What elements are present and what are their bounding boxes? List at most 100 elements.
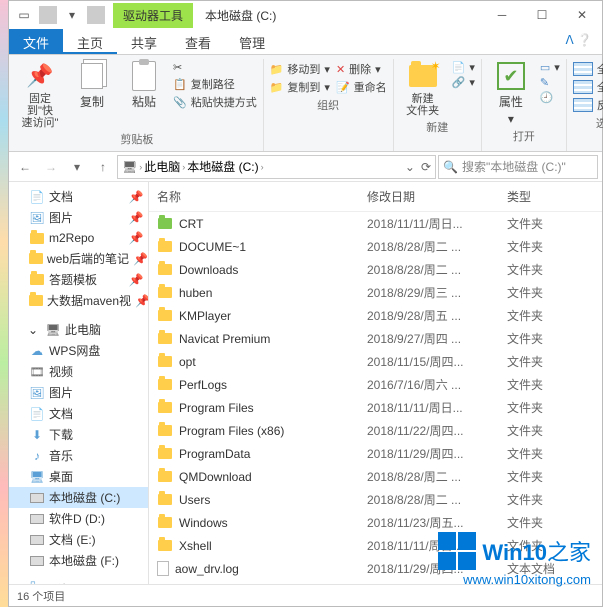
pinned-icon: 📌 [128,272,144,288]
item-count: 16 个项目 [17,588,65,604]
file-row[interactable]: Xshell2018/11/11/周日...文件夹 [149,534,602,557]
recent-locations-button[interactable]: ▾ [65,155,89,179]
file-row[interactable]: DOCUME~12018/8/28/周二 ...文件夹 [149,235,602,258]
rename-button[interactable]: 📝重命名 [336,79,387,95]
delete-button[interactable]: ✕删除 ▾ [336,61,387,77]
sidebar-item-label: 图片 [49,384,73,401]
sidebar-item[interactable]: 本地磁盘 (C:) [9,487,148,508]
file-row[interactable]: Navicat Premium2018/9/27/周四 ...文件夹 [149,327,602,350]
paste-shortcut-button[interactable]: 📎粘贴快捷方式 [173,94,257,110]
file-row[interactable]: Program Files (x86)2018/11/22/周四...文件夹 [149,419,602,442]
address-bar[interactable]: 🖥 › 此电脑› 本地磁盘 (C:)› ⌄ ⟳ [117,155,436,179]
file-name: Navicat Premium [179,332,270,346]
copyto-icon: 📁 [270,81,284,94]
breadcrumb-seg-driveC[interactable]: 本地磁盘 (C:)› [187,158,263,175]
statusbar: 16 个项目 [9,584,602,606]
file-type: 文件夹 [507,330,594,347]
file-row[interactable]: huben2018/8/29/周三 ...文件夹 [149,281,602,304]
properties-button[interactable]: ✔ 属性▾ [488,61,534,126]
paste-button[interactable]: 粘贴 [121,61,167,110]
move-to-button[interactable]: 📁移动到 ▾ [270,61,330,77]
file-row[interactable]: CRT2018/11/11/周日...文件夹 [149,212,602,235]
file-name: Program Files (x86) [179,424,284,438]
sidebar-item[interactable]: 🖼图片📌 [9,207,148,228]
col-date[interactable]: 修改日期 [367,188,507,205]
sidebar-item[interactable]: m2Repo📌 [9,228,148,248]
close-button[interactable]: ✕ [562,1,602,29]
tab-file[interactable]: 文件 [9,29,63,54]
forward-button[interactable]: → [39,155,63,179]
file-list[interactable]: 名称 修改日期 类型 CRT2018/11/11/周日...文件夹DOCUME~… [149,182,602,584]
address-dropdown-button[interactable]: ⌄ [405,160,415,174]
file-row[interactable]: KMPlayer2018/9/28/周五 ...文件夹 [149,304,602,327]
tab-share[interactable]: 共享 [117,29,171,54]
copy-button[interactable]: 复制 [69,61,115,110]
sidebar-item-label: WPS网盘 [49,342,100,359]
col-name[interactable]: 名称 [157,188,367,205]
file-row[interactable]: Windows2018/11/23/周五...文件夹 [149,511,602,534]
open-button[interactable]: ▭▾ [540,61,560,74]
back-button[interactable]: ← [13,155,37,179]
sidebar-item[interactable]: 📄文档📌 [9,186,148,207]
file-row[interactable]: PerfLogs2016/7/16/周六 ...文件夹 [149,373,602,396]
select-all-icon [573,62,593,76]
file-row[interactable]: ProgramData2018/11/29/周四...文件夹 [149,442,602,465]
sidebar-item[interactable]: ⬇下载 [9,424,148,445]
expand-icon[interactable]: ⌄ [25,322,41,338]
sidebar-item[interactable]: ♪音乐 [9,445,148,466]
select-none-button[interactable]: 全部取消 [573,79,603,95]
file-row[interactable]: aow_drv.log2018/11/29/周四...文本文档 [149,557,602,580]
easy-access-button[interactable]: 🔗▾ [452,76,475,89]
folder-icon [157,216,173,232]
qat-save-icon[interactable]: ▾ [63,6,81,24]
edit-button[interactable]: ✎ [540,76,560,89]
chevron-icon[interactable]: › [139,162,142,172]
new-item-button[interactable]: 📄▾ [452,61,475,74]
collapse-ribbon-button[interactable]: ᐱ ❔ [556,29,602,54]
music-icon: ♪ [29,448,45,464]
folder-icon [157,285,173,301]
sidebar-item[interactable]: 大数据maven视📌 [9,290,148,311]
file-date: 2018/8/29/周三 ... [367,284,507,301]
file-row[interactable]: Downloads2018/8/28/周二 ...文件夹 [149,258,602,281]
column-headers[interactable]: 名称 修改日期 类型 [149,182,602,212]
search-input[interactable]: 🔍 搜索"本地磁盘 (C:)" [438,155,598,179]
file-row[interactable]: opt2018/11/15/周四...文件夹 [149,350,602,373]
sidebar-item[interactable]: 软件D (D:) [9,508,148,529]
sidebar-item[interactable]: web后端的笔记📌 [9,248,148,269]
tab-home[interactable]: 主页 [63,29,117,54]
sidebar-item[interactable]: 本地磁盘 (F:) [9,550,148,571]
copy-to-button[interactable]: 📁复制到 ▾ [270,79,330,95]
pin-to-quickaccess-button[interactable]: 📌 固定到"快速访问" [17,61,63,129]
sidebar-item[interactable]: 🖥桌面 [9,466,148,487]
tab-view[interactable]: 查看 [171,29,225,54]
sidebar-item[interactable]: 🖼图片 [9,382,148,403]
cut-button[interactable]: ✂ [173,61,257,74]
col-type[interactable]: 类型 [507,188,594,205]
sidebar-item[interactable]: 答题模板📌 [9,269,148,290]
context-tab-drive-tools[interactable]: 驱动器工具 [113,3,193,28]
select-all-button[interactable]: 全部选择 [573,61,603,77]
refresh-button[interactable]: ⟳ [421,160,431,174]
copy-path-button[interactable]: 📋复制路径 [173,76,257,92]
sidebar-item[interactable]: ⌄🖥此电脑 [9,319,148,340]
sidebar-item[interactable]: ☁WPS网盘 [9,340,148,361]
minimize-button[interactable]: ─ [482,1,522,29]
sidebar-item[interactable]: 文档 (E:) [9,529,148,550]
breadcrumb-seg-thispc[interactable]: 此电脑› [144,158,185,175]
file-date: 2018/8/28/周二 ... [367,238,507,255]
folder-icon [157,262,173,278]
file-row[interactable]: QMDownload2018/8/28/周二 ...文件夹 [149,465,602,488]
window-title: 本地磁盘 (C:) [193,7,288,24]
maximize-button[interactable]: ☐ [522,1,562,29]
sidebar-item[interactable]: 🎞视频 [9,361,148,382]
up-button[interactable]: ↑ [91,155,115,179]
tab-manage[interactable]: 管理 [225,29,279,54]
select-invert-button[interactable]: 反向选择 [573,97,603,113]
new-folder-button[interactable]: 新建文件夹 [400,61,446,117]
file-row[interactable]: Users2018/8/28/周二 ...文件夹 [149,488,602,511]
file-row[interactable]: Program Files2018/11/11/周日...文件夹 [149,396,602,419]
sidebar-item[interactable]: 📄文档 [9,403,148,424]
navigation-pane[interactable]: 📄文档📌🖼图片📌m2Repo📌web后端的笔记📌答题模板📌大数据maven视📌⌄… [9,182,149,584]
history-button[interactable]: 🕘 [540,91,560,104]
